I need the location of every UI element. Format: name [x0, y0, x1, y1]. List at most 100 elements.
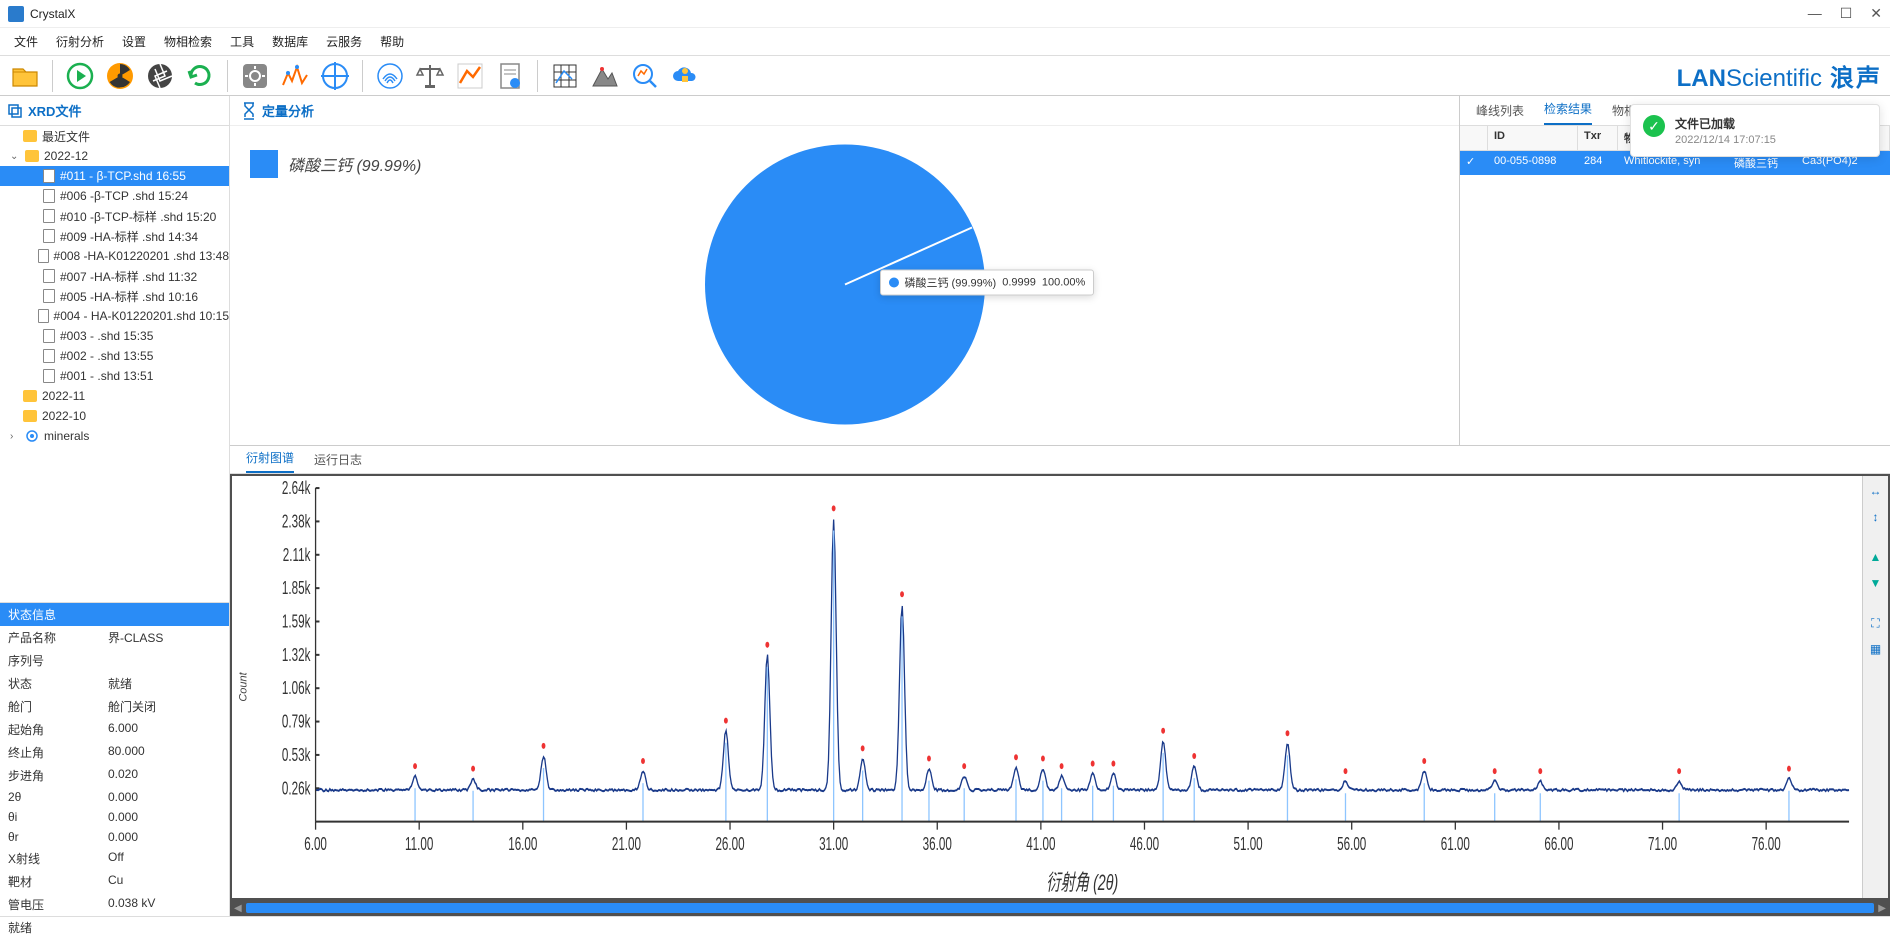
status-key: X射线	[0, 847, 100, 870]
tree-minerals[interactable]: ›minerals	[0, 426, 229, 446]
status-panel: 状态信息 产品名称界-CLASS序列号状态就绪舱门舱门关闭起始角6.000终止角…	[0, 602, 229, 916]
status-value: 0.000	[100, 827, 229, 847]
tab-log[interactable]: 运行日志	[314, 446, 362, 473]
report-button[interactable]	[493, 59, 527, 93]
cloud-button[interactable]	[668, 59, 702, 93]
fullscreen-button[interactable]: ⛶	[1867, 614, 1885, 632]
menu-file[interactable]: 文件	[14, 33, 38, 50]
tree-file[interactable]: #002 - .shd 13:55	[0, 346, 229, 366]
target-button[interactable]	[318, 59, 352, 93]
svg-text:46.00: 46.00	[1130, 834, 1159, 854]
tree-file[interactable]: #008 -HA-K01220201 .shd 13:48	[0, 246, 229, 266]
svg-text:2.64k: 2.64k	[282, 479, 311, 499]
chart-scrollbar[interactable]: ◀ ▶	[230, 900, 1890, 916]
app-icon	[8, 6, 24, 22]
folder-icon	[23, 390, 37, 402]
tree-folder-open[interactable]: ⌄2022-12	[0, 146, 229, 166]
svg-text:6.00: 6.00	[304, 834, 327, 854]
menu-cloud[interactable]: 云服务	[326, 33, 362, 50]
tab-search-results[interactable]: 检索结果	[1544, 96, 1592, 125]
status-key: 舱门	[0, 695, 100, 718]
file-icon	[43, 229, 55, 243]
file-tree[interactable]: 最近文件 ⌄2022-12 #011 - β-TCP.shd 16:55#006…	[0, 126, 229, 602]
svg-text:衍射角 (2θ): 衍射角 (2θ)	[1046, 870, 1118, 895]
svg-text:66.00: 66.00	[1544, 834, 1573, 854]
status-value: 6.000	[100, 718, 229, 741]
result-table[interactable]: ID Txr 物相名称 中文名称 化学式 ✓ 00-055-0898 284 W…	[1460, 126, 1890, 445]
svg-text:61.00: 61.00	[1441, 834, 1470, 854]
menu-settings[interactable]: 设置	[122, 33, 146, 50]
pie-tooltip: 磷酸三钙 (99.99%) 0.9999 100.00%	[880, 269, 1095, 295]
tree-file[interactable]: #010 -β-TCP-标样 .shd 15:20	[0, 206, 229, 226]
chart-toolbar: ↔ ↕ ▲ ▼ ⛶ ▦	[1862, 476, 1888, 898]
file-icon	[38, 249, 48, 263]
minimize-button[interactable]: —	[1808, 5, 1822, 22]
tree-folder[interactable]: 2022-10	[0, 406, 229, 426]
analyze-button[interactable]	[628, 59, 662, 93]
aperture-button[interactable]	[143, 59, 177, 93]
menu-help[interactable]: 帮助	[380, 33, 404, 50]
tab-spectrum[interactable]: 衍射图谱	[246, 446, 294, 473]
menu-diffraction[interactable]: 衍射分析	[56, 33, 104, 50]
menu-database[interactable]: 数据库	[272, 33, 308, 50]
expand-v-button[interactable]: ↕	[1867, 508, 1885, 526]
file-icon	[43, 169, 55, 183]
tree-file[interactable]: #009 -HA-标样 .shd 14:34	[0, 226, 229, 246]
svg-text:26.00: 26.00	[715, 834, 744, 854]
gear-button[interactable]	[238, 59, 272, 93]
status-key: θi	[0, 807, 100, 827]
tree-file[interactable]: #007 -HA-标样 .shd 11:32	[0, 266, 229, 286]
status-value: 0.000	[100, 787, 229, 807]
status-key: 起始角	[0, 718, 100, 741]
toolbar: LANScientific浪声	[0, 56, 1890, 96]
statusbar: 就绪	[0, 916, 1890, 938]
mountain-button[interactable]	[588, 59, 622, 93]
radiation-button[interactable]	[103, 59, 137, 93]
menu-phase-search[interactable]: 物相检索	[164, 33, 212, 50]
tree-file[interactable]: #006 -β-TCP .shd 15:24	[0, 186, 229, 206]
svg-text:0.79k: 0.79k	[282, 712, 311, 732]
tree-file[interactable]: #003 - .shd 15:35	[0, 326, 229, 346]
xrd-chart[interactable]: 0.26k0.53k0.79k1.06k1.32k1.59k1.85k2.11k…	[256, 476, 1862, 898]
arrow-up-button[interactable]: ▲	[1867, 548, 1885, 566]
grid-toggle-button[interactable]: ▦	[1867, 640, 1885, 658]
maximize-button[interactable]: ☐	[1840, 5, 1853, 22]
pie-chart[interactable]: 磷酸三钙 (99.99%) 0.9999 100.00%	[700, 139, 990, 432]
tree-file[interactable]: #001 - .shd 13:51	[0, 366, 229, 386]
menu-tools[interactable]: 工具	[230, 33, 254, 50]
svg-text:21.00: 21.00	[612, 834, 641, 854]
bottom-tabs: 衍射图谱 运行日志	[230, 446, 1890, 474]
tree-file[interactable]: #005 -HA-标样 .shd 10:16	[0, 286, 229, 306]
play-button[interactable]	[63, 59, 97, 93]
pie-legend: 磷酸三钙 (99.99%)	[250, 150, 421, 178]
status-key: 状态	[0, 672, 100, 695]
file-icon	[43, 329, 55, 343]
status-key: 步进角	[0, 764, 100, 787]
status-value: 0.000	[100, 807, 229, 827]
svg-text:71.00: 71.00	[1648, 834, 1677, 854]
balance-button[interactable]	[413, 59, 447, 93]
svg-text:2.38k: 2.38k	[282, 512, 311, 532]
status-value: 80.000	[100, 741, 229, 764]
arrow-down-button[interactable]: ▼	[1867, 574, 1885, 592]
grid-button[interactable]	[548, 59, 582, 93]
tab-peaks[interactable]: 峰线列表	[1476, 96, 1524, 125]
status-panel-title: 状态信息	[0, 603, 229, 626]
legend-swatch	[250, 150, 278, 178]
svg-text:56.00: 56.00	[1337, 834, 1366, 854]
chart-button[interactable]	[453, 59, 487, 93]
tree-file[interactable]: #011 - β-TCP.shd 16:55	[0, 166, 229, 186]
expand-h-button[interactable]: ↔	[1867, 482, 1885, 500]
fingerprint-button[interactable]	[373, 59, 407, 93]
status-value	[100, 649, 229, 672]
tree-folder[interactable]: 2022-11	[0, 386, 229, 406]
legend-label: 磷酸三钙 (99.99%)	[288, 152, 421, 176]
chart-ylabel: Count	[232, 476, 256, 898]
tree-file[interactable]: #004 - HA-K01220201.shd 10:15	[0, 306, 229, 326]
svg-text:11.00: 11.00	[405, 834, 433, 854]
peaks-button[interactable]	[278, 59, 312, 93]
tree-recent[interactable]: 最近文件	[0, 126, 229, 146]
open-file-button[interactable]	[8, 59, 42, 93]
close-button[interactable]: ✕	[1870, 5, 1882, 22]
refresh-button[interactable]	[183, 59, 217, 93]
